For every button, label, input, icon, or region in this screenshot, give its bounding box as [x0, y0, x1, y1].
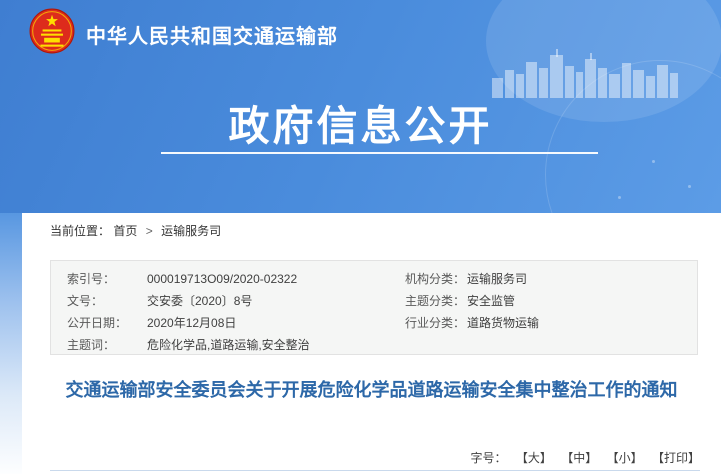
title-underline [161, 152, 598, 154]
publish-date-label: 公开日期： [67, 312, 147, 334]
breadcrumb-home-link[interactable]: 首页 [113, 224, 137, 238]
keywords-value: 危险化学品,道路运输,安全整治 [147, 334, 405, 356]
font-large-button[interactable]: 【大】 [516, 451, 552, 465]
doc-number-label: 文号： [67, 290, 147, 312]
topic-category-label: 主题分类： [405, 290, 467, 312]
agency-category-label: 机构分类： [405, 268, 467, 290]
dot-decoration [688, 185, 691, 188]
content-panel: 当前位置： 首页 > 运输服务司 索引号： 000019713O09/2020-… [22, 213, 721, 474]
national-emblem-icon [29, 7, 75, 55]
index-number-label: 索引号： [67, 268, 147, 290]
publish-date-value: 2020年12月08日 [147, 312, 405, 334]
font-small-button[interactable]: 【小】 [607, 451, 643, 465]
breadcrumb-separator: > [146, 224, 153, 238]
table-row: 索引号： 000019713O09/2020-02322 机构分类： 运输服务司 [51, 268, 697, 290]
page-header-banner: 中华人民共和国交通运输部 政府信息公开 [0, 0, 721, 213]
site-name: 中华人民共和国交通运输部 [86, 20, 338, 49]
breadcrumb-label: 当前位置： [50, 224, 110, 238]
table-row: 文号： 交安委〔2020〕8号 主题分类： 安全监管 [51, 290, 697, 312]
page-title: 政府信息公开 [0, 92, 721, 152]
breadcrumb-current-link[interactable]: 运输服务司 [161, 224, 221, 238]
left-gradient-strip [0, 213, 22, 474]
empty-label [405, 334, 467, 356]
doc-number-value: 交安委〔2020〕8号 [147, 290, 405, 312]
print-button[interactable]: 【打印】 [652, 451, 700, 465]
dot-decoration [652, 160, 655, 163]
industry-category-value: 道路货物运输 [467, 312, 697, 334]
font-medium-button[interactable]: 【中】 [561, 451, 597, 465]
font-size-toolbar: 字号： 【大】 【中】 【小】 【打印】 [471, 449, 700, 466]
city-skyline-icon [492, 48, 688, 98]
agency-category-value: 运输服务司 [467, 268, 697, 290]
keywords-label: 主题词： [67, 334, 147, 356]
industry-category-label: 行业分类： [405, 312, 467, 334]
document-metadata-table: 索引号： 000019713O09/2020-02322 机构分类： 运输服务司… [50, 260, 698, 355]
government-info-page: 中华人民共和国交通运输部 政府信息公开 当前位置： 首页 > 运输服务司 索引号… [0, 0, 721, 474]
bottom-divider [50, 470, 700, 471]
empty-value [467, 334, 697, 356]
dot-decoration [618, 196, 621, 199]
font-size-label: 字号： [471, 451, 507, 465]
table-row: 公开日期： 2020年12月08日 行业分类： 道路货物运输 [51, 312, 697, 334]
topic-category-value: 安全监管 [467, 290, 697, 312]
article-title: 交通运输部安全委员会关于开展危险化学品道路运输安全集中整治工作的通知 [40, 377, 703, 404]
breadcrumb: 当前位置： 首页 > 运输服务司 [50, 222, 221, 239]
index-number-value: 000019713O09/2020-02322 [147, 268, 405, 290]
table-row: 主题词： 危险化学品,道路运输,安全整治 [51, 334, 697, 356]
